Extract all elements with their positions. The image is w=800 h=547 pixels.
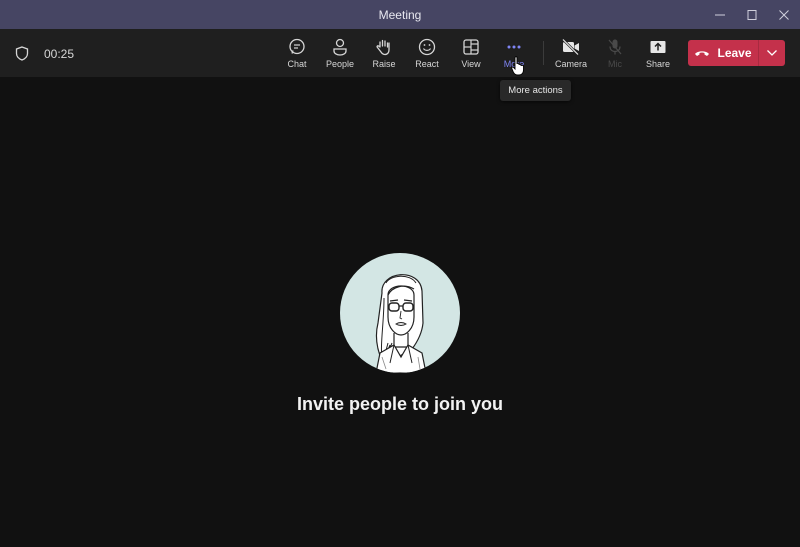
raise-hand-icon xyxy=(375,38,393,56)
chevron-down-icon xyxy=(767,50,777,56)
view-layout-icon xyxy=(462,38,480,56)
raise-hand-button[interactable]: Raise xyxy=(362,29,406,77)
mic-button[interactable]: Mic xyxy=(593,29,637,77)
leave-button[interactable]: Leave xyxy=(688,40,758,66)
window-controls xyxy=(704,0,800,29)
people-label: People xyxy=(325,59,355,69)
view-label: View xyxy=(461,59,481,69)
camera-label: Camera xyxy=(554,59,587,69)
share-button[interactable]: Share xyxy=(636,29,680,77)
hand-cursor-icon xyxy=(511,56,525,81)
camera-off-icon xyxy=(561,38,581,56)
smiley-icon xyxy=(418,38,436,56)
raise-label: Raise xyxy=(372,59,396,69)
maximize-button[interactable] xyxy=(736,0,768,29)
close-icon xyxy=(779,9,789,20)
meeting-timer: 00:25 xyxy=(44,47,75,61)
mic-label: Mic xyxy=(608,59,622,69)
avatar xyxy=(340,253,460,373)
title-bar: Meeting xyxy=(0,0,800,29)
more-dots-icon xyxy=(505,38,523,56)
people-button[interactable]: People xyxy=(318,29,362,77)
leave-dropdown-button[interactable] xyxy=(759,40,785,66)
mic-off-icon xyxy=(606,38,624,56)
hang-up-icon xyxy=(695,51,710,56)
avatar-illustration xyxy=(375,274,427,373)
share-tray-icon xyxy=(649,38,667,56)
invite-message: Invite people to join you xyxy=(296,394,503,414)
close-button[interactable] xyxy=(768,0,800,29)
share-label: Share xyxy=(645,59,671,69)
minimize-icon xyxy=(715,14,725,15)
chat-label: Chat xyxy=(287,59,307,69)
camera-button[interactable]: Camera xyxy=(549,29,593,77)
window-title: Meeting xyxy=(378,7,422,22)
leave-button-group: Leave xyxy=(688,40,785,66)
react-label: React xyxy=(415,59,439,69)
meeting-toolbar: 00:25 Chat People Raise React View More … xyxy=(0,29,800,77)
toolbar-divider xyxy=(543,41,544,65)
people-icon xyxy=(331,38,349,56)
chat-icon xyxy=(288,38,306,56)
react-button[interactable]: React xyxy=(405,29,449,77)
chat-button[interactable]: Chat xyxy=(275,29,319,77)
more-actions-tooltip: More actions xyxy=(500,80,571,101)
maximize-icon xyxy=(747,9,757,20)
shield-icon[interactable] xyxy=(15,46,29,66)
minimize-button[interactable] xyxy=(704,0,736,29)
leave-label: Leave xyxy=(717,46,752,60)
view-button[interactable]: View xyxy=(449,29,493,77)
